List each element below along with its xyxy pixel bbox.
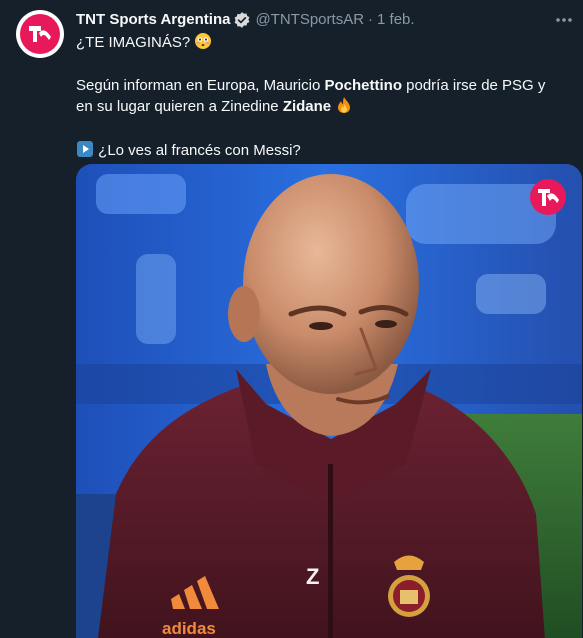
- tnt-watermark-icon: [530, 179, 566, 215]
- tweet-media-image[interactable]: adidas Z Z Z: [76, 164, 582, 638]
- avatar[interactable]: [16, 10, 64, 58]
- tweet-content: TNT Sports Argentina @TNTSportsAR · 1 fe…: [76, 10, 572, 164]
- pochettino-text: Pochettino: [324, 77, 402, 94]
- verified-badge-icon: [233, 11, 251, 29]
- tweet-date[interactable]: 1 feb.: [377, 10, 415, 30]
- fire-emoji: [335, 96, 353, 120]
- zidane-text: Zidane: [282, 98, 332, 115]
- headline: ¿TE IMAGINÁS?: [76, 34, 191, 51]
- tweet-paragraph-2: Según informan en Europa, Mauricio Poche…: [76, 76, 566, 120]
- tweet-text: ¿TE IMAGINÁS? Según informan en Europa, …: [76, 32, 566, 164]
- more-options-icon[interactable]: [552, 10, 576, 30]
- question-text: ¿Lo ves al francés con Messi?: [98, 142, 301, 159]
- tweet-line-1: ¿TE IMAGINÁS?: [76, 32, 566, 56]
- display-name[interactable]: TNT Sports Argentina: [76, 10, 230, 30]
- tweet-line-3: ¿Lo ves al francés con Messi?: [76, 140, 566, 164]
- play-button-emoji: [76, 140, 94, 164]
- paragraph-2-part-a: Según informan en Europa, Mauricio: [76, 77, 325, 94]
- tnt-logo-icon: [20, 14, 60, 54]
- jacket-initials: Z Z: [168, 634, 201, 638]
- tweet-header: TNT Sports Argentina @TNTSportsAR · 1 fe…: [76, 10, 572, 30]
- flushed-face-emoji: [194, 32, 212, 56]
- sleeve-letter: Z: [306, 564, 319, 589]
- tweet[interactable]: TNT Sports Argentina @TNTSportsAR · 1 fe…: [0, 0, 583, 638]
- separator-dot: ·: [368, 11, 374, 28]
- handle[interactable]: @TNTSportsAR: [255, 10, 364, 30]
